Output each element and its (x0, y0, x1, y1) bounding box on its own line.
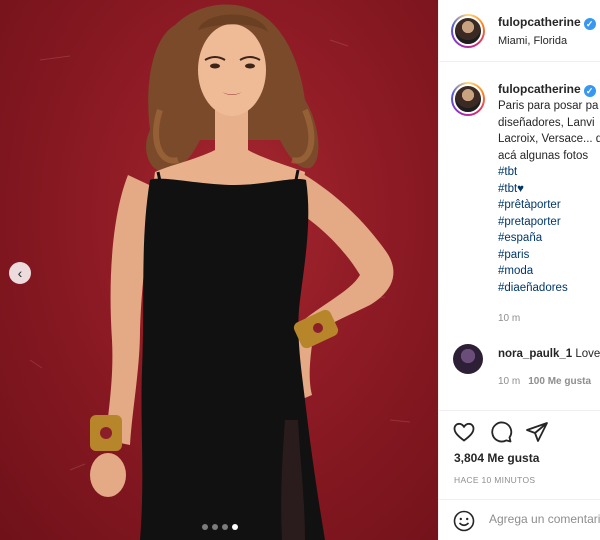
carousel-dot (212, 524, 218, 530)
smiley-icon[interactable] (452, 509, 476, 533)
post-location[interactable]: Miami, Florida (498, 35, 567, 47)
comment-input[interactable] (489, 512, 600, 526)
instagram-post: ‹ fulopcatherine ✓ Miami, Florida fulopca… (0, 0, 600, 540)
caption-body: Paris para posar pa diseñadores, Lanvi L… (498, 98, 600, 296)
paper-plane-icon[interactable] (525, 420, 549, 444)
carousel-prev-button[interactable]: ‹ (9, 262, 31, 284)
carousel-indicator (202, 524, 238, 530)
hashtag-link[interactable]: #tbt♥ (498, 181, 600, 198)
comment-meta: 10 m 100 Me gusta (498, 376, 591, 387)
caption-line: diseñadores, Lanvi (498, 116, 595, 129)
photo-illustration (29, 4, 411, 540)
hashtag-link[interactable]: #diaeñadores (498, 280, 600, 297)
carousel-dot-active (232, 524, 238, 530)
author-username-header[interactable]: fulopcatherine ✓ (498, 15, 596, 30)
hashtag-link[interactable]: #moda (498, 263, 600, 280)
caption-line: Paris para posar pa (498, 100, 599, 112)
heart-outline-icon[interactable] (452, 420, 476, 444)
post-header: fulopcatherine ✓ Miami, Florida (439, 0, 600, 62)
hashtag-link[interactable]: #tbt (498, 164, 600, 181)
hashtag-link[interactable]: #pretaporter (498, 214, 600, 231)
verified-badge-icon: ✓ (583, 85, 596, 97)
author-username-text[interactable]: fulopcatherine (498, 15, 581, 29)
commenter-avatar[interactable] (453, 344, 483, 374)
comment-line: nora_paulk_1 Love (498, 348, 600, 360)
caption-author-avatar[interactable] (451, 82, 485, 116)
caption-line: acá algunas fotos (498, 149, 589, 162)
caption-line: Lacroix, Versace... d (498, 133, 600, 145)
hashtag-link[interactable]: #prêtàporter (498, 197, 600, 214)
post-actions: 3,804 Me gusta HACE 10 MINUTOS (439, 410, 600, 540)
carousel-dot (222, 524, 228, 530)
verified-badge-icon: ✓ (583, 18, 596, 30)
author-avatar[interactable] (451, 14, 485, 48)
hashtag-link[interactable]: #españa (498, 230, 600, 247)
caption-username-text[interactable]: fulopcatherine (498, 82, 581, 96)
post-photo[interactable]: ‹ (0, 0, 438, 540)
post-side-panel: fulopcatherine ✓ Miami, Florida fulopcath… (438, 0, 600, 540)
caption-timestamp[interactable]: 10 m (498, 313, 520, 324)
comment-timestamp[interactable]: 10 m (498, 376, 520, 387)
hashtag-link[interactable]: #paris (498, 247, 600, 264)
posted-ago[interactable]: HACE 10 MINUTOS (454, 475, 535, 485)
comment-likes[interactable]: 100 Me gusta (528, 376, 591, 387)
comment-text: Love (575, 348, 600, 360)
speech-bubble-icon[interactable] (489, 420, 513, 444)
likes-count[interactable]: 3,804 Me gusta (454, 451, 539, 465)
comment-composer (439, 499, 600, 540)
chevron-left-icon: ‹ (17, 265, 23, 281)
caption-author-username[interactable]: fulopcatherine ✓ (498, 82, 596, 97)
commenter-username[interactable]: nora_paulk_1 (498, 348, 572, 360)
carousel-dot (202, 524, 208, 530)
